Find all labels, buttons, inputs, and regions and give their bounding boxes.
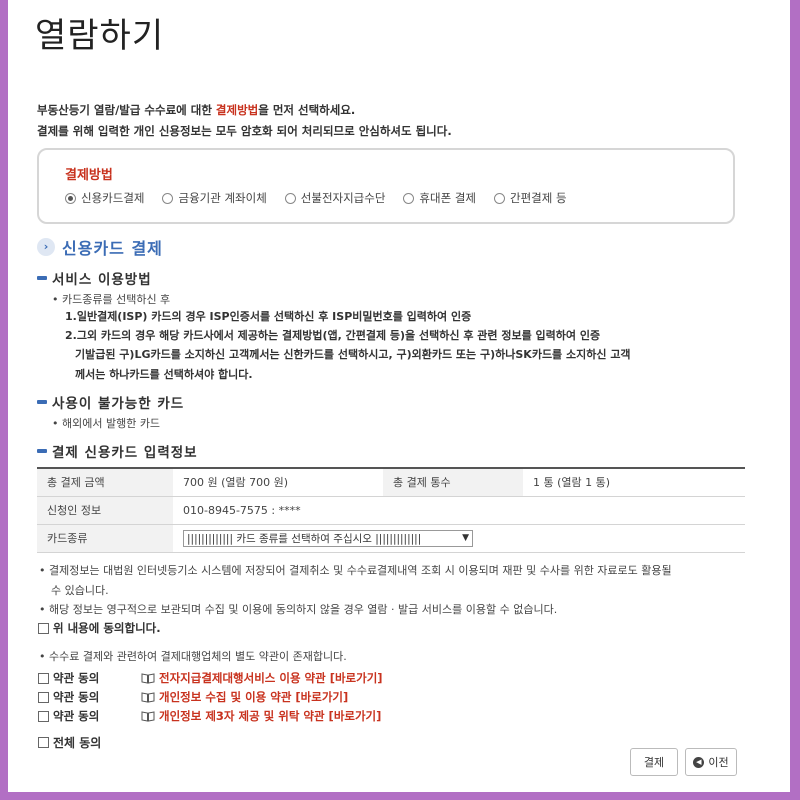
- radio-prepaid[interactable]: 선불전자지급수단: [284, 190, 385, 206]
- terms-checkbox-3[interactable]: [38, 710, 49, 722]
- radio-dot[interactable]: [403, 192, 415, 204]
- payment-method-label: 결제방법: [65, 168, 113, 183]
- terms-checkbox-1[interactable]: [38, 672, 49, 684]
- table-row: 카드종류 ||||||||||||| 카드 종류를 선택하여 주십시오 ||||…: [37, 524, 745, 553]
- pay-button[interactable]: 결제: [630, 748, 678, 776]
- usage-heading: 서비스 이용방법: [37, 268, 152, 288]
- back-arrow-icon: ◀: [693, 756, 705, 768]
- book-icon: [141, 672, 155, 684]
- terms-row: 약관 동의 전자지급결제대행서비스 이용 약관 [바로가기]: [38, 670, 383, 686]
- terms-row: 약관 동의 개인정보 수집 및 이용 약관 [바로가기]: [38, 689, 348, 705]
- radio-dot[interactable]: [284, 192, 296, 204]
- intro-emphasis: 결제방법: [215, 103, 259, 117]
- heading-bar-icon: [37, 400, 47, 404]
- agree-all-row[interactable]: 전체 동의: [38, 734, 141, 751]
- radio-easy-pay[interactable]: 간편결제 등: [493, 190, 567, 206]
- book-icon: [141, 691, 155, 703]
- note-3: • 수수료 결제와 관련하여 결제대행업체의 별도 약관이 존재합니다.: [39, 650, 347, 663]
- card-type-label: 카드종류: [37, 524, 173, 553]
- heading-bar-icon: [37, 276, 47, 280]
- note-1-cont: 수 있습니다.: [51, 584, 109, 597]
- usage-item-2: 2.그외 카드의 경우 해당 카드사에서 제공하는 결제방법(앱, 간편결제 등…: [65, 329, 601, 342]
- usage-bullet: • 카드종류를 선택하신 후: [52, 293, 171, 306]
- chevron-right-icon: ›: [37, 238, 55, 256]
- chevron-down-icon: ▼: [462, 533, 469, 543]
- total-amount-label: 총 결제 금액: [37, 468, 173, 497]
- note-2: • 해당 정보는 영구적으로 보관되며 수집 및 이용에 동의하지 않을 경우 …: [39, 603, 558, 616]
- total-count-label: 총 결제 통수: [383, 468, 523, 497]
- applicant-value: 010-8945-7575 : ****: [173, 496, 745, 525]
- agree-above-checkbox[interactable]: [38, 622, 49, 634]
- usage-item-1: 1.일반결제(ISP) 카드의 경우 ISP인증서를 선택하신 후 ISP비밀번…: [65, 310, 472, 323]
- terms-checkbox-2[interactable]: [38, 691, 49, 703]
- section-title: › 신용카드 결제: [37, 235, 163, 259]
- card-type-select[interactable]: ||||||||||||| 카드 종류를 선택하여 주십시오 |||||||||…: [183, 529, 473, 547]
- radio-dot[interactable]: [493, 192, 505, 204]
- usage-item-2-cont2: 께서는 하나카드를 선택하셔야 합니다.: [75, 368, 253, 381]
- card-info-table: 총 결제 금액 700 원 (열람 700 원) 총 결제 통수 1 통 (열람…: [37, 467, 745, 553]
- total-count-value: 1 통 (열람 1 통): [523, 468, 745, 497]
- agree-above-row[interactable]: 위 내용에 동의합니다.: [38, 620, 161, 636]
- usage-item-2-cont: 기발급된 구)LG카드를 소지하신 고객께서는 신한카드를 선택하시고, 구)외…: [75, 348, 631, 361]
- heading-bar-icon: [37, 449, 47, 453]
- table-row: 신청인 정보 010-8945-7575 : ****: [37, 496, 745, 525]
- agree-all-checkbox[interactable]: [38, 737, 49, 748]
- terms-link-1[interactable]: 전자지급결제대행서비스 이용 약관 [바로가기]: [159, 670, 383, 686]
- note-1: • 결제정보는 대법원 인터넷등기소 시스템에 저장되어 결제취소 및 수수료결…: [39, 564, 672, 577]
- total-amount-value: 700 원 (열람 700 원): [173, 468, 383, 497]
- unavailable-heading: 사용이 불가능한 카드: [37, 392, 184, 412]
- radio-credit-card[interactable]: 신용카드결제: [65, 190, 144, 206]
- prev-button[interactable]: ◀ 이전: [685, 748, 737, 776]
- card-info-heading: 결제 신용카드 입력정보: [37, 441, 198, 461]
- terms-row: 약관 동의 개인정보 제3자 제공 및 위탁 약관 [바로가기]: [38, 708, 381, 724]
- radio-dot[interactable]: [162, 192, 174, 204]
- payment-method-radios: 신용카드결제 금융기관 계좌이체 선불전자지급수단 휴대폰 결제 간편결제 등: [65, 190, 585, 206]
- radio-dot[interactable]: [65, 192, 76, 204]
- payment-method-box: 결제방법 신용카드결제 금융기관 계좌이체 선불전자지급수단 휴대폰 결제 간편…: [37, 148, 735, 224]
- page-title: 열람하기: [35, 16, 165, 56]
- terms-link-2[interactable]: 개인정보 수집 및 이용 약관 [바로가기]: [159, 689, 348, 705]
- unavailable-bullet: • 해외에서 발행한 카드: [52, 417, 161, 430]
- main-frame: 열람하기 부동산등기 열람/발급 수수료에 대한 결제방법을 먼저 선택하세요.…: [8, 0, 790, 792]
- applicant-label: 신청인 정보: [37, 496, 173, 525]
- book-icon: [141, 710, 155, 722]
- terms-link-3[interactable]: 개인정보 제3자 제공 및 위탁 약관 [바로가기]: [159, 708, 381, 724]
- radio-mobile[interactable]: 휴대폰 결제: [403, 190, 476, 206]
- radio-bank-transfer[interactable]: 금융기관 계좌이체: [162, 190, 267, 206]
- table-row: 총 결제 금액 700 원 (열람 700 원) 총 결제 통수 1 통 (열람…: [37, 468, 745, 497]
- intro-text: 부동산등기 열람/발급 수수료에 대한 결제방법을 먼저 선택하세요. 결제를 …: [37, 103, 452, 138]
